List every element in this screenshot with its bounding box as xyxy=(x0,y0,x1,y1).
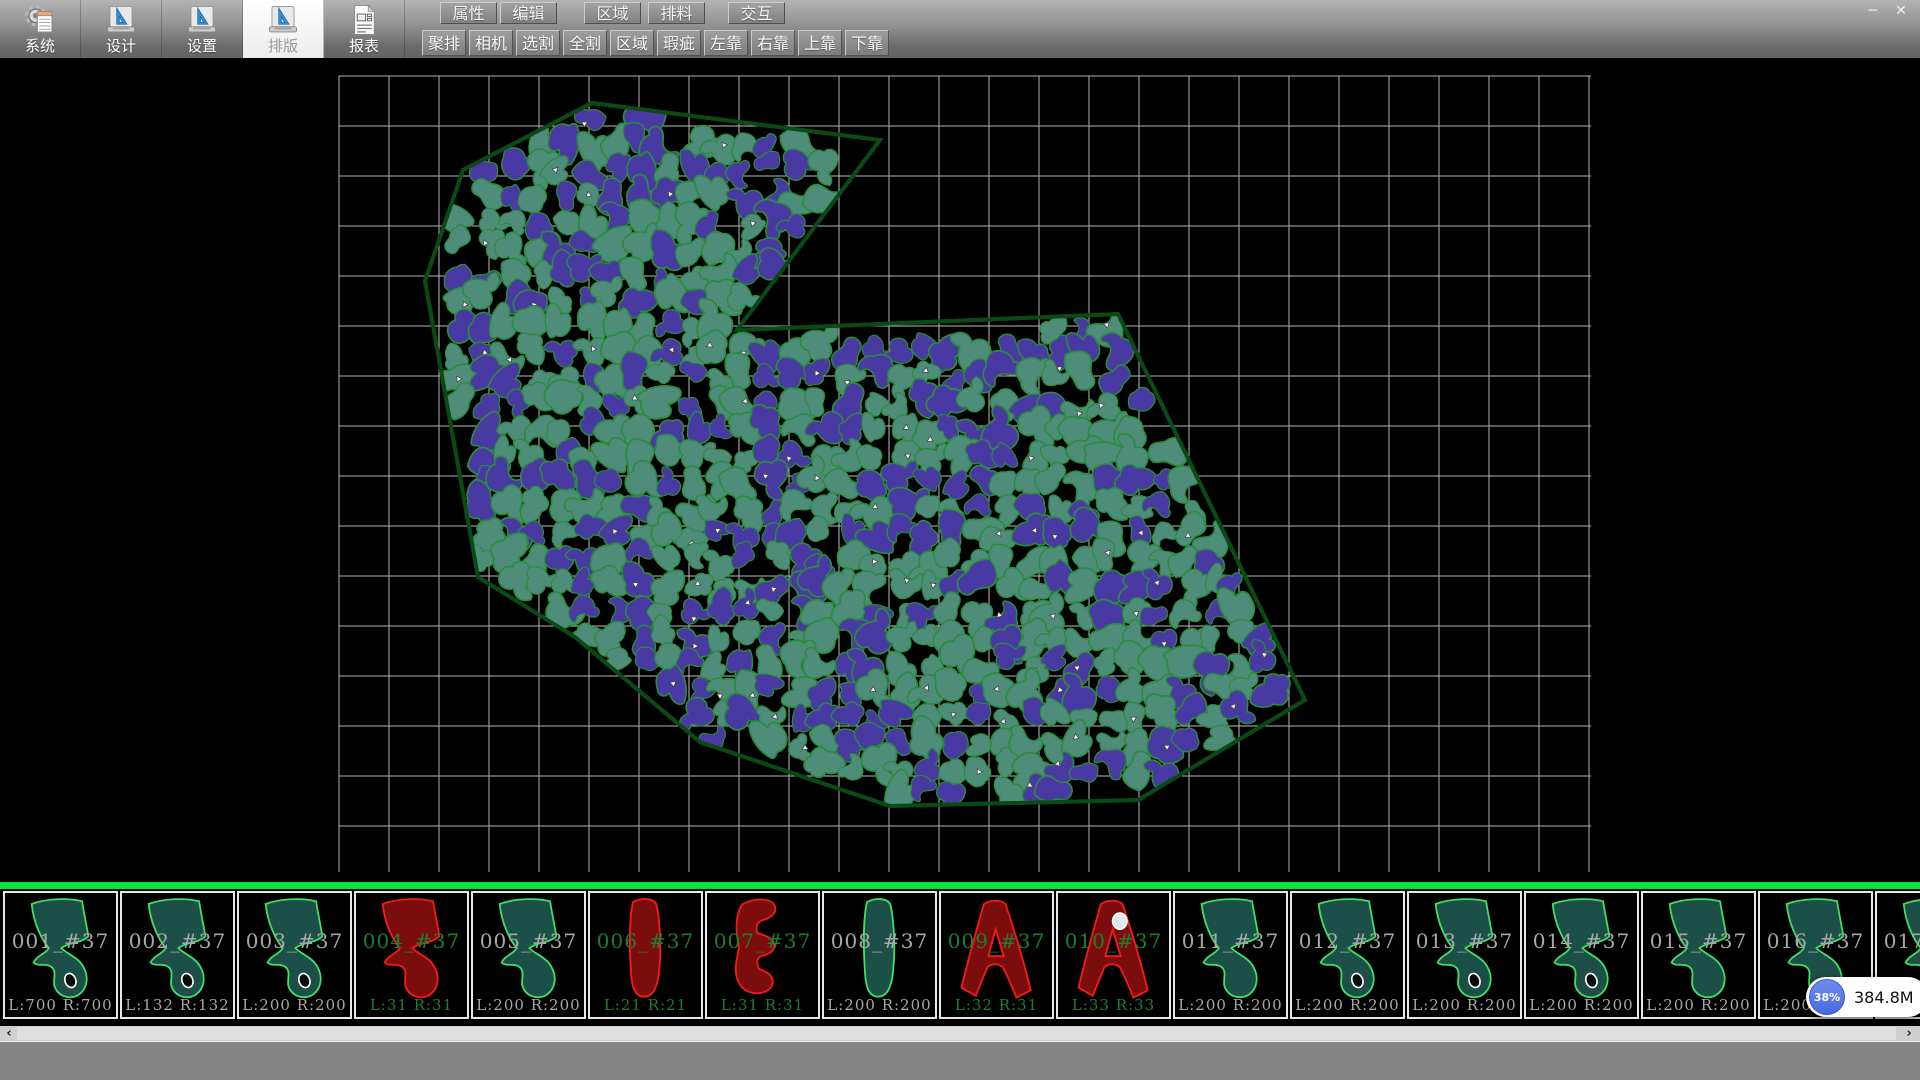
progress-badge: 38% 384.8M xyxy=(1806,977,1920,1017)
part-thumbnail-2[interactable]: 002_#37 L:132 R:132 xyxy=(120,891,235,1019)
progress-circle: 38% xyxy=(1809,979,1845,1015)
tab-1[interactable]: 属性 xyxy=(440,2,497,24)
part-thumbnail-13[interactable]: 013_#37 L:200 R:200 xyxy=(1407,891,1522,1019)
part-id-label: 014_#37 xyxy=(1526,929,1637,953)
part-thumbnail-5[interactable]: 005_#37 L:200 R:200 xyxy=(471,891,586,1019)
strip-separator xyxy=(0,882,1920,889)
nesting-canvas[interactable] xyxy=(0,58,1920,882)
action-button-9[interactable]: 上靠 xyxy=(798,30,842,56)
application-window: 系统设计设置排版报表 属性编辑区域排料交互 聚排相机选割全割区域瑕疵左靠右靠上靠… xyxy=(0,0,1920,1080)
app-button-design-ruler[interactable]: 设计 xyxy=(81,0,162,58)
part-thumbnail-10[interactable]: 010_#37 L:33 R:33 xyxy=(1056,891,1171,1019)
part-thumbnail-14[interactable]: 014_#37 L:200 R:200 xyxy=(1524,891,1639,1019)
tab-5[interactable]: 交互 xyxy=(728,2,785,24)
part-id-label: 002_#37 xyxy=(122,929,233,953)
part-id-label: 009_#37 xyxy=(941,929,1052,953)
part-id-label: 010_#37 xyxy=(1058,929,1169,953)
part-count-label: L:200 R:200 xyxy=(1292,996,1403,1014)
tab-2[interactable]: 编辑 xyxy=(500,2,557,24)
part-count-label: L:200 R:200 xyxy=(239,996,350,1014)
part-count-label: L:31 R:31 xyxy=(707,996,818,1014)
tab-4[interactable]: 排料 xyxy=(648,2,705,24)
close-icon[interactable]: ✕ xyxy=(1892,3,1910,19)
app-label: 设置 xyxy=(187,37,217,56)
memory-usage: 384.8M xyxy=(1854,988,1914,1007)
part-thumbnail-7[interactable]: 007_#37 L:31 R:31 xyxy=(705,891,820,1019)
part-count-label: L:21 R:21 xyxy=(590,996,701,1014)
part-id-label: 001_#37 xyxy=(5,929,116,953)
app-button-system-gear[interactable]: 系统 xyxy=(0,0,81,58)
part-id-label: 006_#37 xyxy=(590,929,701,953)
canvas-grid-svg xyxy=(337,62,1591,872)
action-button-8[interactable]: 右靠 xyxy=(751,30,795,56)
action-button-7[interactable]: 左靠 xyxy=(704,30,748,56)
app-label: 系统 xyxy=(25,37,55,56)
part-count-label: L:200 R:200 xyxy=(824,996,935,1014)
app-label: 报表 xyxy=(349,37,379,56)
action-button-4[interactable]: 全割 xyxy=(563,30,607,56)
part-thumbnail-3[interactable]: 003_#37 L:200 R:200 xyxy=(237,891,352,1019)
part-count-label: L:32 R:31 xyxy=(941,996,1052,1014)
action-button-3[interactable]: 选割 xyxy=(516,30,560,56)
part-id-label: 011_#37 xyxy=(1175,929,1286,953)
menu-tabs: 属性编辑 区域排料 交互 xyxy=(440,2,785,26)
part-count-label: L:31 R:31 xyxy=(356,996,467,1014)
part-id-label: 005_#37 xyxy=(473,929,584,953)
settings-ruler-icon xyxy=(185,3,219,37)
part-count-label: L:132 R:132 xyxy=(122,996,233,1014)
part-thumbnail-6[interactable]: 006_#37 L:21 R:21 xyxy=(588,891,703,1019)
part-count-label: L:200 R:200 xyxy=(1175,996,1286,1014)
part-thumbnail-1[interactable]: 001_#37 L:700 R:700 xyxy=(3,891,118,1019)
report-doc-icon xyxy=(347,3,381,37)
scroll-left-icon[interactable]: ‹ xyxy=(1,1026,17,1041)
part-count-label: L:700 R:700 xyxy=(5,996,116,1014)
app-button-report-doc[interactable]: 报表 xyxy=(324,0,405,58)
action-button-2[interactable]: 相机 xyxy=(469,30,513,56)
status-bar xyxy=(0,1041,1920,1080)
part-id-label: 008_#37 xyxy=(824,929,935,953)
app-button-layout-ruler[interactable]: 排版 xyxy=(243,0,324,58)
part-id-label: 016_#37 xyxy=(1760,929,1871,953)
app-label: 设计 xyxy=(106,37,136,56)
part-id-label: 003_#37 xyxy=(239,929,350,953)
part-count-label: L:33 R:33 xyxy=(1058,996,1169,1014)
part-thumbnail-15[interactable]: 015_#37 L:200 R:200 xyxy=(1641,891,1756,1019)
action-button-1[interactable]: 聚排 xyxy=(422,30,466,56)
part-id-label: 015_#37 xyxy=(1643,929,1754,953)
part-thumbnail-12[interactable]: 012_#37 L:200 R:200 xyxy=(1290,891,1405,1019)
tab-3[interactable]: 区域 xyxy=(584,2,641,24)
horizontal-scrollbar[interactable]: ‹ › xyxy=(0,1026,1920,1041)
app-button-settings-ruler[interactable]: 设置 xyxy=(162,0,243,58)
scroll-right-icon[interactable]: › xyxy=(1901,1026,1917,1041)
part-id-label: 013_#37 xyxy=(1409,929,1520,953)
part-count-label: L:200 R:200 xyxy=(1526,996,1637,1014)
part-id-label: 012_#37 xyxy=(1292,929,1403,953)
app-label: 排版 xyxy=(268,37,298,56)
part-thumbnail-4[interactable]: 004_#37 L:31 R:31 xyxy=(354,891,469,1019)
action-buttons: 聚排相机选割全割区域瑕疵左靠右靠上靠下靠 xyxy=(422,30,889,56)
part-count-label: L:200 R:200 xyxy=(473,996,584,1014)
scrollbar-thumb[interactable] xyxy=(17,1027,1896,1040)
progress-percent: 38% xyxy=(1814,991,1840,1004)
action-button-6[interactable]: 瑕疵 xyxy=(657,30,701,56)
part-id-label: 004_#37 xyxy=(356,929,467,953)
layout-ruler-icon xyxy=(266,3,300,37)
action-button-5[interactable]: 区域 xyxy=(610,30,654,56)
part-thumbnail-11[interactable]: 011_#37 L:200 R:200 xyxy=(1173,891,1288,1019)
part-count-label: L:200 R:200 xyxy=(1409,996,1520,1014)
design-ruler-icon xyxy=(104,3,138,37)
main-toolbar: 系统设计设置排版报表 属性编辑区域排料交互 聚排相机选割全割区域瑕疵左靠右靠上靠… xyxy=(0,0,1920,58)
part-thumbnail-8[interactable]: 008_#37 L:200 R:200 xyxy=(822,891,937,1019)
window-controls: ─ ✕ xyxy=(1864,3,1910,19)
part-id-label: 007_#37 xyxy=(707,929,818,953)
part-count-label: L:200 R:200 xyxy=(1643,996,1754,1014)
parts-strip: 001_#37L:700 R:700002_#37L:132 R:132003_… xyxy=(0,889,1920,1022)
system-gear-icon xyxy=(23,3,57,37)
app-switcher: 系统 设计 设置 排版 报表 xyxy=(0,0,405,58)
part-id-label: 017_#37 xyxy=(1877,929,1920,953)
action-button-10[interactable]: 下靠 xyxy=(845,30,889,56)
minimize-icon[interactable]: ─ xyxy=(1864,3,1882,19)
part-thumbnail-9[interactable]: 009_#37 L:32 R:31 xyxy=(939,891,1054,1019)
